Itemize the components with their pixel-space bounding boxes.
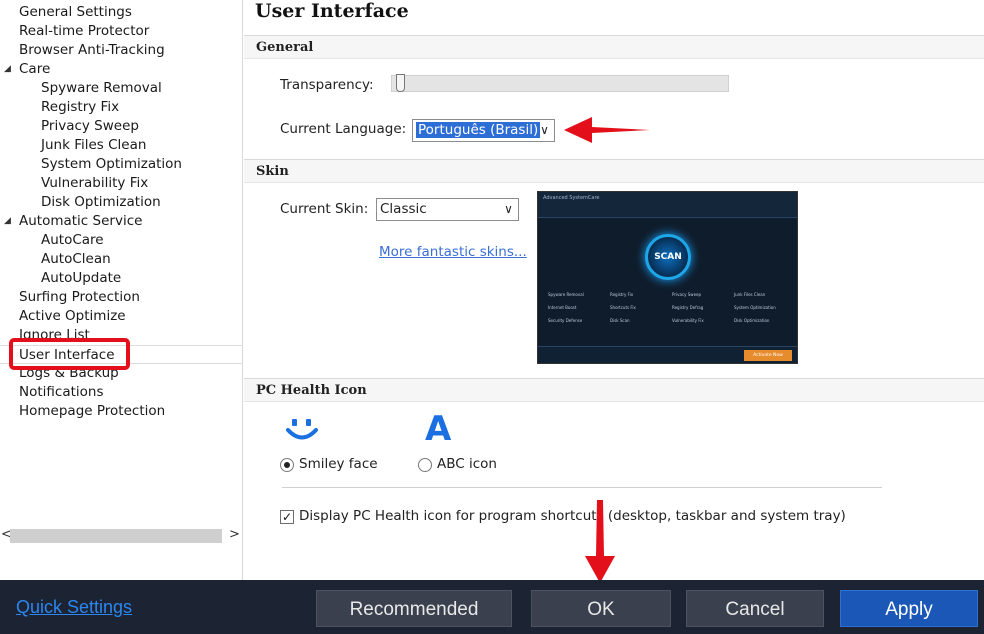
sidebar-item-label: Active Optimize bbox=[19, 308, 126, 324]
preview-item: Disk Optimization bbox=[734, 318, 770, 323]
sidebar-item[interactable]: Homepage Protection bbox=[19, 402, 165, 421]
skin-selected-value: Classic bbox=[380, 201, 427, 217]
expand-triangle-icon[interactable]: ◢ bbox=[4, 60, 11, 79]
sidebar-item-label: Surfing Protection bbox=[19, 289, 140, 305]
skin-section-header: Skin bbox=[244, 159, 984, 183]
smiley-face-icon bbox=[286, 419, 318, 440]
sidebar-item-label: AutoCare bbox=[41, 232, 104, 248]
sidebar-item-label: Real-time Protector bbox=[19, 23, 150, 39]
sidebar-item[interactable]: Active Optimize bbox=[19, 307, 126, 326]
pc-health-section-header: PC Health Icon bbox=[244, 378, 984, 402]
sidebar-item[interactable]: Disk Optimization bbox=[41, 193, 161, 212]
transparency-slider-thumb[interactable] bbox=[396, 74, 405, 92]
scroll-right-icon[interactable]: > bbox=[229, 527, 240, 542]
sidebar-item-label: Care bbox=[19, 61, 51, 77]
transparency-slider[interactable] bbox=[391, 74, 729, 92]
sidebar-item-label: Privacy Sweep bbox=[41, 118, 139, 134]
sidebar-item[interactable]: AutoUpdate bbox=[41, 269, 121, 288]
abc-icon-label[interactable]: ABC icon bbox=[437, 456, 497, 472]
skin-preview-image: Advanced SystemCare SCAN Spyware Removal… bbox=[537, 191, 798, 364]
preview-scan-button: SCAN bbox=[645, 234, 691, 280]
sidebar-item-label: Homepage Protection bbox=[19, 403, 166, 419]
preview-item: Vulnerability Fix bbox=[672, 318, 704, 323]
page-title: User Interface bbox=[255, 0, 409, 22]
sidebar-item[interactable]: ◢ Care bbox=[4, 60, 51, 79]
ok-button[interactable]: OK bbox=[531, 590, 671, 627]
preview-item: Spyware Removal bbox=[548, 292, 584, 297]
sidebar-item[interactable]: Real-time Protector bbox=[19, 22, 149, 41]
preview-item: Disk Scan bbox=[610, 318, 630, 323]
sidebar-item-label: Disk Optimization bbox=[41, 194, 161, 210]
chevron-down-icon: ∨ bbox=[540, 123, 549, 137]
sidebar-item[interactable]: Spyware Removal bbox=[41, 79, 162, 98]
sidebar-item-label: AutoClean bbox=[41, 251, 111, 267]
sidebar-item-label: System Optimization bbox=[41, 156, 182, 172]
sidebar-item-label: Junk Files Clean bbox=[41, 137, 147, 153]
preview-item: Registry Defrag bbox=[672, 305, 704, 310]
quick-settings-link[interactable]: Quick Settings bbox=[16, 597, 132, 618]
cancel-button[interactable]: Cancel bbox=[686, 590, 824, 627]
footer-bar: Quick Settings Recommended OK Cancel App… bbox=[0, 580, 984, 634]
sidebar-item-label: Spyware Removal bbox=[41, 80, 162, 96]
preview-app-title: Advanced SystemCare bbox=[543, 195, 600, 201]
general-section-header: General bbox=[244, 35, 984, 59]
sidebar-item[interactable]: Surfing Protection bbox=[19, 288, 140, 307]
sidebar-item-label: Registry Fix bbox=[41, 99, 120, 115]
abc-icon-radio[interactable] bbox=[418, 458, 432, 472]
language-label: Current Language: bbox=[280, 121, 407, 137]
sidebar-item[interactable]: Notifications bbox=[19, 383, 104, 402]
sidebar-item-label: Browser Anti-Tracking bbox=[19, 42, 165, 58]
preview-item: Registry Fix bbox=[610, 292, 634, 297]
sidebar-horizontal-scrollbar[interactable]: < > bbox=[0, 527, 243, 545]
preview-item: System Optimization bbox=[734, 305, 776, 310]
recommended-button[interactable]: Recommended bbox=[316, 590, 512, 627]
sidebar-item[interactable]: Privacy Sweep bbox=[41, 117, 139, 136]
settings-sidebar: General Settings Real-time Protector Brows… bbox=[0, 0, 243, 580]
current-skin-label: Current Skin: bbox=[280, 201, 369, 217]
preview-activate-button: Activate Now bbox=[744, 350, 792, 361]
sidebar-item-label: Automatic Service bbox=[19, 213, 143, 229]
sidebar-item-label: General Settings bbox=[19, 4, 132, 20]
language-select[interactable]: Português (Brasil) ∨ bbox=[412, 119, 555, 142]
preview-item: Internet Boost bbox=[548, 305, 577, 310]
sidebar-item[interactable]: Browser Anti-Tracking bbox=[19, 41, 165, 60]
preview-item: Shortcuts Fix bbox=[610, 305, 636, 310]
preview-topbar: Advanced SystemCare bbox=[538, 192, 797, 218]
transparency-label: Transparency: bbox=[280, 77, 374, 93]
sidebar-item[interactable]: Junk Files Clean bbox=[41, 136, 146, 155]
main-panel: User Interface General Transparency: Cur… bbox=[244, 0, 984, 580]
language-selected-value: Português (Brasil) bbox=[416, 122, 541, 138]
preview-bottombar: Activate Now bbox=[538, 346, 797, 363]
smiley-face-label[interactable]: Smiley face bbox=[299, 456, 378, 472]
display-pc-health-checkbox[interactable]: ✓ bbox=[280, 510, 294, 524]
sidebar-item[interactable]: ◢ Automatic Service bbox=[4, 212, 143, 231]
sidebar-item[interactable]: AutoCare bbox=[41, 231, 104, 250]
smiley-face-radio[interactable] bbox=[280, 458, 294, 472]
sidebar-item[interactable]: Vulnerability Fix bbox=[41, 174, 148, 193]
preview-item: Junk Files Clean bbox=[734, 292, 766, 297]
display-pc-health-label[interactable]: Display PC Health icon for program short… bbox=[299, 508, 846, 524]
sidebar-item-label: Vulnerability Fix bbox=[41, 175, 149, 191]
preview-item: Security Defense bbox=[548, 318, 583, 323]
sidebar-item-label: Notifications bbox=[19, 384, 104, 400]
sidebar-item[interactable]: AutoClean bbox=[41, 250, 111, 269]
section-divider bbox=[282, 487, 882, 488]
preview-item: Privacy Sweep bbox=[672, 292, 702, 297]
sidebar-item[interactable]: General Settings bbox=[19, 3, 132, 22]
more-skins-link[interactable]: More fantastic skins... bbox=[379, 244, 527, 260]
apply-button[interactable]: Apply bbox=[840, 590, 978, 627]
sidebar-item[interactable]: Registry Fix bbox=[41, 98, 119, 117]
sidebar-item-label: AutoUpdate bbox=[41, 270, 122, 286]
scrollbar-thumb[interactable] bbox=[10, 529, 222, 543]
skin-select[interactable]: Classic ∨ bbox=[376, 198, 519, 221]
red-pointer-arrow-icon bbox=[564, 117, 650, 143]
expand-triangle-icon[interactable]: ◢ bbox=[4, 212, 11, 231]
chevron-down-icon: ∨ bbox=[504, 202, 513, 216]
abc-letter-icon: A bbox=[425, 409, 452, 449]
sidebar-item[interactable]: System Optimization bbox=[41, 155, 182, 174]
red-highlight-box bbox=[9, 338, 130, 370]
red-pointer-arrow-icon bbox=[585, 500, 615, 583]
